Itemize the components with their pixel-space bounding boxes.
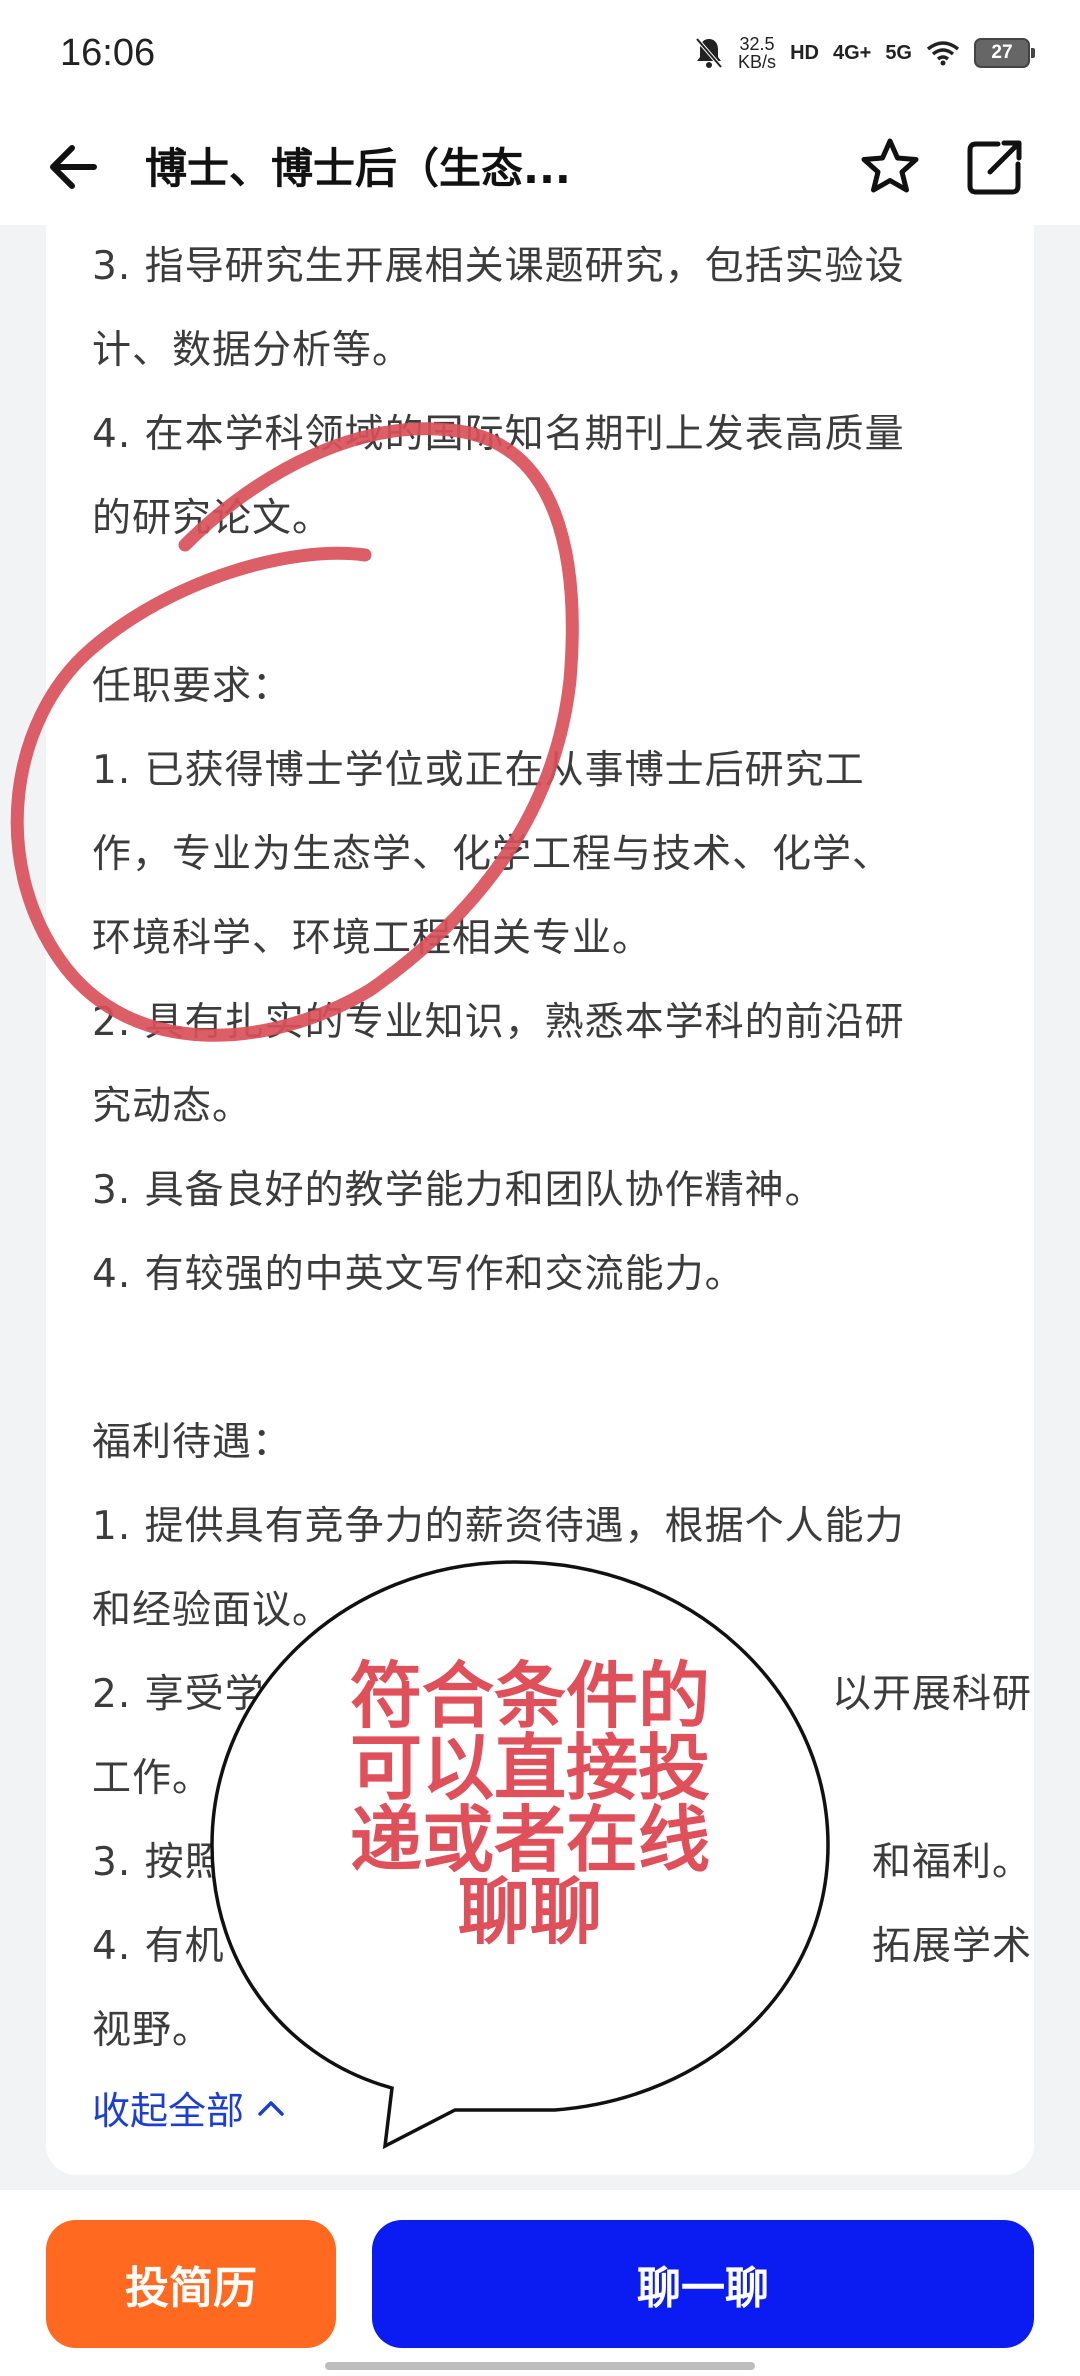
share-button[interactable] bbox=[960, 132, 1030, 202]
submit-resume-button[interactable]: 投简历 bbox=[46, 2220, 336, 2348]
chevron-up-icon bbox=[258, 2100, 284, 2116]
desc-line: 环境科学、环境工程相关专业。 bbox=[92, 916, 653, 961]
desc-line: 3. 指导研究生开展相关课题研究，包括实验设 bbox=[92, 244, 905, 289]
status-time: 16:06 bbox=[60, 32, 156, 74]
star-icon bbox=[861, 138, 919, 193]
desc-line: 1. 已获得博士学位或正在从事博士后研究工 bbox=[92, 748, 865, 793]
top-navigation: 博士、博士后（生态... bbox=[0, 110, 1080, 225]
desc-line: 和经验面议。 bbox=[92, 1588, 333, 1633]
desc-line: 1. 提供具有竞争力的薪资待遇，根据个人能力 bbox=[92, 1504, 905, 1549]
desc-line: 究动态。 bbox=[92, 1084, 253, 1129]
home-indicator[interactable] bbox=[325, 2362, 755, 2370]
mute-bell-icon bbox=[695, 37, 723, 69]
share-icon bbox=[967, 140, 1022, 195]
desc-line: 4. 在本学科领域的国际知名期刊上发表高质量 bbox=[92, 412, 905, 457]
signal-5g: 5G bbox=[885, 41, 912, 64]
desc-line: 作，专业为生态学、化学工程与技术、化学、 bbox=[92, 832, 893, 877]
speech-bubble-text: 符合条件的 可以直接投 递或者在线 聊聊 bbox=[349, 1654, 710, 1954]
desc-line: 3. 具备良好的教学能力和团队协作精神。 bbox=[92, 1168, 825, 1213]
section-heading-benefits: 福利待遇： bbox=[92, 1420, 293, 1465]
wifi-icon bbox=[926, 41, 960, 66]
page-title: 博士、博士后（生态... bbox=[145, 144, 571, 193]
favorite-button[interactable] bbox=[855, 132, 925, 202]
signal-4g: 4G+ bbox=[832, 41, 872, 64]
hd-badge: HD bbox=[790, 41, 819, 64]
desc-line: 计、数据分析等。 bbox=[92, 328, 413, 373]
desc-line: 4. 有较强的中英文写作和交流能力。 bbox=[92, 1252, 745, 1297]
back-arrow-icon bbox=[50, 145, 97, 189]
collapse-all-link[interactable]: 收起全部 bbox=[92, 2080, 286, 2135]
desc-line: 2. 具有扎实的专业知识，熟悉本学科的前沿研 bbox=[92, 1000, 905, 1045]
desc-line: 视野。 bbox=[92, 2008, 213, 2053]
back-button[interactable] bbox=[40, 132, 110, 202]
status-icons: 32.5 KB/s HD 4G+ 5G 27 bbox=[694, 28, 1035, 78]
bottom-action-bar: 投简历 聊一聊 bbox=[0, 2190, 1080, 2376]
status-bar: 16:06 32.5 KB/s HD 4G+ 5G 27 bbox=[0, 0, 1080, 110]
section-heading-requirements: 任职要求： bbox=[92, 664, 293, 709]
chat-button[interactable]: 聊一聊 bbox=[372, 2220, 1034, 2348]
desc-line: 的研究论文。 bbox=[92, 496, 333, 541]
net-speed: 32.5 KB/s bbox=[738, 34, 777, 72]
battery-indicator: 27 bbox=[974, 38, 1035, 68]
